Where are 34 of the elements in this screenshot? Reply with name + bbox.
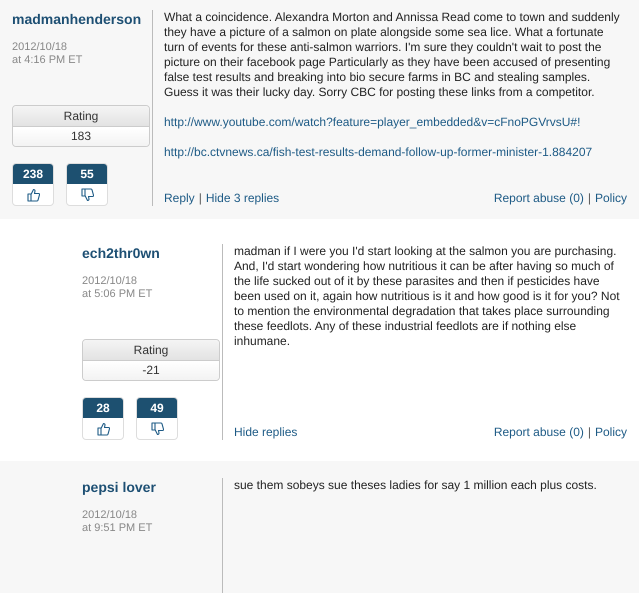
rating-label: Rating <box>13 106 149 127</box>
separator: | <box>198 191 202 206</box>
thumbs-down-icon <box>150 422 164 436</box>
reply-action-link[interactable]: Hide 3 replies <box>206 191 280 206</box>
report-link[interactable]: Report abuse (0) <box>494 425 584 440</box>
thumbs-up-icon <box>96 422 110 436</box>
like-button[interactable]: 28 <box>82 397 124 440</box>
comment-date: 2012/10/18 <box>82 275 138 288</box>
comment-date: 2012/10/18 <box>82 509 138 522</box>
separator: | <box>588 425 591 440</box>
thumbs-up-icon <box>26 188 40 202</box>
rating-label: Rating <box>83 340 219 361</box>
author-name[interactable]: madmanhenderson <box>12 11 142 27</box>
like-button[interactable]: 238 <box>12 163 54 206</box>
reply-action-link[interactable]: Hide replies <box>234 425 298 440</box>
comment-link[interactable]: http://bc.ctvnews.ca/fish-test-results-demand-follow-up-former-minister-1.884207 <box>164 145 592 160</box>
reply-action-link[interactable]: Reply <box>164 191 195 206</box>
comment-link[interactable]: http://www.youtube.com/watch?feature=player_embedded&v=cFnoPGVrvsU#! <box>164 115 580 130</box>
comment-text: What a coincidence. Alexandra Morton and Annissa Read come to town and suddenly they have a picture of a salmon on plate alongside some sea lice. What a fortunate turn of events for these anti-salmon warriors. I'm sure they couldn't wait to post the picture on their facebook page Particularly as they have been accused of presenting false test results and breaking into bio secure farms in BC and stealing samples. Guess it was their lucky day. Sorry CBC for posting these links from a competitor. <box>164 10 621 100</box>
comment-time: at 4:16 PM ET <box>12 54 84 67</box>
author-name[interactable]: pepsi lover <box>82 479 212 495</box>
separator: | <box>588 191 591 206</box>
thumbs-down-icon <box>80 188 94 202</box>
report-link[interactable]: Policy <box>594 425 627 440</box>
comment-time: at 5:06 PM ET <box>82 288 154 301</box>
comment-text: madman if I were you I'd start looking at the salmon you are purchasing. And, I'd start wondering how nutritious it can be after having so much of the life sucked out of it by these parasites and then if pesticides have been used on it, again how nutritious is it and how good is it for you? Not to mention the environmental degradation that takes place surrounding these feedlots. Any of these industrial feedlots are if nothing else inhumane. <box>234 244 621 349</box>
author-name[interactable]: ech2thr0wn <box>82 245 212 261</box>
comment-time: at 9:51 PM ET <box>82 522 154 535</box>
comment-text: sue them sobeys sue theses ladies for say 1 million each plus costs. <box>234 478 598 493</box>
dislike-button[interactable]: 55 <box>66 163 108 206</box>
report-link[interactable]: Report abuse (0) <box>494 191 584 206</box>
comment-date: 2012/10/18 <box>12 41 68 54</box>
dislike-button[interactable]: 49 <box>136 397 178 440</box>
report-link[interactable]: Policy <box>594 191 627 206</box>
